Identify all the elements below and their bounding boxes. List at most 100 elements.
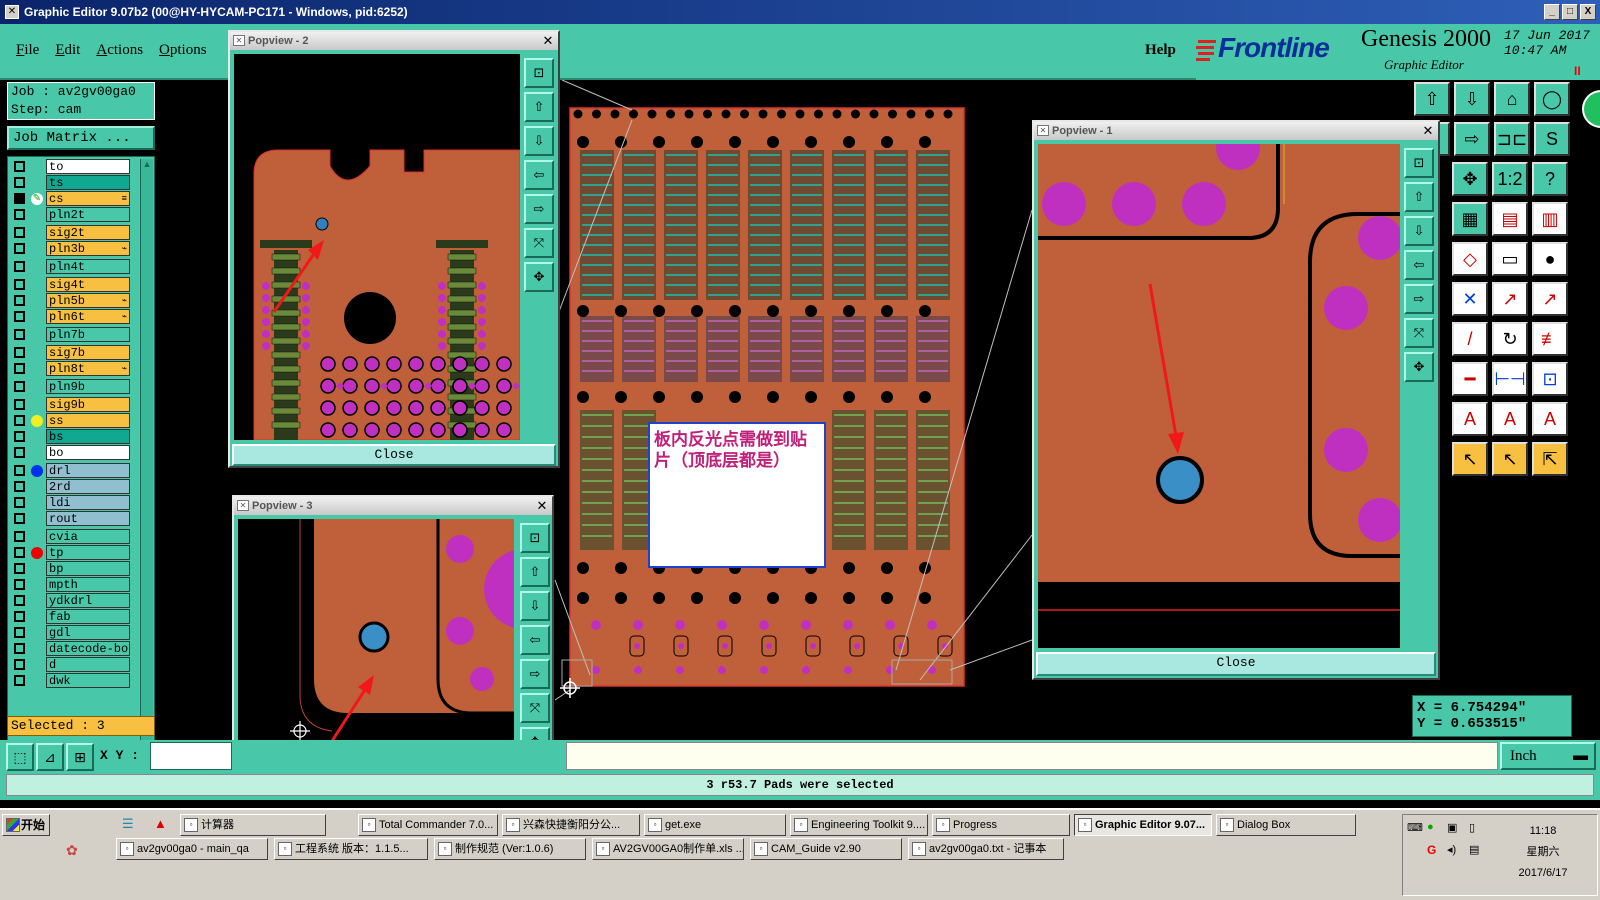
taskbar-button[interactable]: ▫ 制作规范 (Ver:1.0.6) [434,838,586,860]
up-icon[interactable]: ⇧ [1414,82,1450,116]
layer-row[interactable]: bp [10,561,130,576]
layer-row[interactable]: gdl [10,625,130,640]
zoom-home-icon[interactable]: ⊡ [520,523,550,553]
layer-row[interactable]: drl [10,463,130,478]
command-line[interactable] [566,742,1498,770]
layer-row[interactable]: ydkdrl [10,593,130,608]
tray-icon[interactable]: ▤ [1469,843,1479,856]
shape-icon[interactable]: ◇ [1452,242,1488,276]
popview-2-titlebar[interactable]: ✕ Popview - 2 [230,32,558,50]
menu-file[interactable]: File [16,42,39,59]
pointer2-icon[interactable]: ↖ [1492,442,1528,476]
bus-icon[interactable]: ≢ [1532,322,1568,356]
taskbar-button[interactable]: ▫ Total Commander 7.0... [358,814,498,836]
zoom-in-icon[interactable]: ⤧ [524,228,554,258]
help-icon[interactable]: ? [1532,162,1568,196]
layer-row[interactable]: d [10,657,130,672]
layer-checkbox[interactable] [14,295,25,306]
layer-checkbox[interactable] [14,563,25,574]
circle-icon[interactable]: ◯ [1534,82,1570,116]
menu-help[interactable]: Help [1145,42,1176,59]
pan-up-icon[interactable]: ⇧ [1404,182,1434,212]
taskbar-button[interactable]: ▫ Graphic Editor 9.07... [1074,814,1212,836]
job-matrix-button[interactable]: Job Matrix ... [7,126,155,150]
grid-icon[interactable]: ▦ [1452,202,1488,236]
layer-row[interactable]: pln9b [10,379,130,394]
layer-row[interactable]: datecode-bo [10,641,130,656]
a-icon[interactable]: A [1452,402,1488,436]
layer-row[interactable]: pln7b [10,327,130,342]
network-icon[interactable]: ▯ [1469,821,1475,834]
layer-row[interactable]: rout [10,511,130,526]
layer-checkbox[interactable] [14,659,25,670]
zoom-fit-icon[interactable]: ✥ [1404,352,1434,382]
menu-options[interactable]: Options [159,42,207,59]
zoom-in-icon[interactable]: ⤧ [520,693,550,723]
tray-icon[interactable]: ⌨ [1407,821,1423,834]
s-icon[interactable]: S [1534,122,1570,156]
layer-row[interactable]: pln4t [10,259,130,274]
tray-icon[interactable]: ▣ [1447,821,1457,834]
layer-row[interactable]: 2rd [10,479,130,494]
layer-row[interactable]: sig9b [10,397,130,412]
snap-tool-icon[interactable]: ⬚ [6,743,34,771]
layer-checkbox[interactable] [14,329,25,340]
popview-1-viewport[interactable] [1038,144,1400,648]
layer-checkbox[interactable] [14,227,25,238]
layer-row[interactable]: ✎ cs ≡ [10,191,130,206]
taskbar-button[interactable]: ▫ get.exe [644,814,786,836]
a2-icon[interactable]: A [1492,402,1528,436]
layer-checkbox[interactable] [14,481,25,492]
popview-2-window[interactable]: ✕ Popview - 2 ✕ ⊡ ⇧ ⇩ ⇦ ⇨ ⤧ ✥ Close [228,30,560,468]
layer-checkbox[interactable] [14,363,25,374]
pan-down-icon[interactable]: ⇩ [1404,216,1434,246]
layer-checkbox[interactable] [14,243,25,254]
colors-icon[interactable]: ✿ [66,842,78,859]
layer-row[interactable]: to [10,159,130,174]
down-icon[interactable]: ⇩ [1454,82,1490,116]
scroll-up-icon[interactable]: ▲ [141,159,153,171]
layer-checkbox[interactable] [14,261,25,272]
layer-scrollbar[interactable]: ▲ ▼ [140,159,153,789]
slash-icon[interactable]: / [1452,322,1488,356]
pan-down-icon[interactable]: ⇩ [520,591,550,621]
layer-checkbox[interactable] [14,465,25,476]
layer-row[interactable]: pln6t ⌁ [10,309,130,324]
cross-icon[interactable]: ✕ [1452,282,1488,316]
taskbar-button[interactable]: ▫ Engineering Toolkit 9.... [790,814,928,836]
layer-checkbox[interactable] [14,161,25,172]
pan-left-icon[interactable]: ⇦ [1404,250,1434,280]
zoom-home-icon[interactable]: ⊡ [1404,148,1434,178]
layer-checkbox[interactable] [14,531,25,542]
layer-row[interactable]: ss [10,413,130,428]
home-icon[interactable]: ⌂ [1494,82,1530,116]
layer-row[interactable]: ts [10,175,130,190]
layer-row[interactable]: ldi [10,495,130,510]
center-icon[interactable]: ✥ [1452,162,1488,196]
layer-row[interactable]: cvia [10,529,130,544]
right-icon[interactable]: ⇨ [1454,122,1490,156]
pad-icon[interactable]: ● [1532,242,1568,276]
taskbar-button[interactable]: ▫ 工程系统 版本：1.1.5... [274,838,428,860]
volume-icon[interactable]: ◂) [1447,843,1456,856]
taskbar-button[interactable]: ▫ Dialog Box [1216,814,1356,836]
maximize-button[interactable]: □ [1562,4,1578,20]
popview-3-viewport[interactable] [238,519,514,759]
layer-checkbox[interactable] [14,579,25,590]
layer-checkbox[interactable] [14,643,25,654]
layer-row[interactable]: sig7b [10,345,130,360]
layer-checkbox[interactable] [14,415,25,426]
layer-row[interactable]: fab [10,609,130,624]
layer-row[interactable]: pln8t ⌁ [10,361,130,376]
quicklaunch-icon[interactable]: ☰ [122,816,134,832]
pointer-icon[interactable]: ↖ [1452,442,1488,476]
red-grid-icon[interactable]: ▤ [1492,202,1528,236]
tray-icon[interactable]: G [1427,843,1436,857]
popview-1-titlebar[interactable]: ✕ Popview - 1 [1034,122,1438,140]
line-icon[interactable]: ↗ [1492,282,1528,316]
pan-right-icon[interactable]: ⇨ [520,659,550,689]
minimize-button[interactable]: _ [1544,4,1560,20]
popview-3-titlebar[interactable]: ✕ Popview - 3 [234,497,552,515]
layer-row[interactable]: pln5b ⌁ [10,293,130,308]
scale-icon[interactable]: 1:2 [1492,162,1528,196]
